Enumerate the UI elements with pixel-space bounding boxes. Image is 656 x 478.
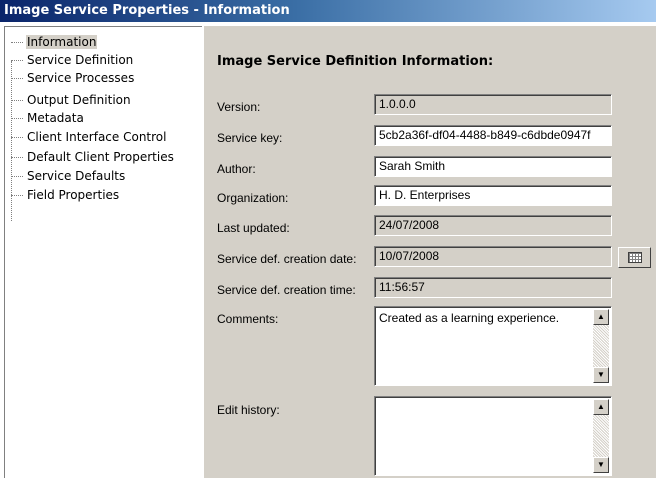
window-title: Image Service Properties - Information <box>4 3 290 18</box>
scroll-down-icon[interactable]: ▼ <box>593 457 609 473</box>
calendar-icon <box>628 252 642 263</box>
tree-item-service-definition[interactable]: Service Definition <box>11 51 134 69</box>
comments-text: Created as a learning experience. <box>379 311 560 325</box>
comments-textarea[interactable]: Created as a learning experience. ▲ ▼ <box>374 306 612 386</box>
tree-item-field-properties[interactable]: Field Properties <box>11 186 120 204</box>
scroll-up-icon[interactable]: ▲ <box>593 399 609 415</box>
tree-item-label: Metadata <box>27 111 84 125</box>
navigation-tree[interactable]: Information Service Definition Service P… <box>4 26 202 478</box>
edit-history-label: Edit history: <box>217 403 280 417</box>
author-label: Author: <box>217 162 256 176</box>
scroll-down-icon[interactable]: ▼ <box>593 367 609 383</box>
calendar-button[interactable] <box>618 247 651 268</box>
comments-label: Comments: <box>217 312 279 326</box>
version-label: Version: <box>217 100 261 114</box>
tree-item-label: Service Defaults <box>27 169 126 183</box>
tree-item-label: Output Definition <box>27 93 131 107</box>
organization-field[interactable]: H. D. Enterprises <box>374 185 612 206</box>
tree-item-metadata[interactable]: Metadata <box>11 109 85 127</box>
creation-date-field: 10/07/2008 <box>374 246 612 267</box>
comments-scrollbar[interactable]: ▲ ▼ <box>593 309 609 383</box>
edit-history-scrollbar[interactable]: ▲ ▼ <box>593 399 609 473</box>
creation-time-label: Service def. creation time: <box>217 283 356 297</box>
window-title-bar: Image Service Properties - Information <box>0 0 656 22</box>
tree-item-service-defaults[interactable]: Service Defaults <box>11 167 126 185</box>
author-field[interactable]: Sarah Smith <box>374 156 612 177</box>
creation-time-field: 11:56:57 <box>374 277 612 298</box>
service-key-label: Service key: <box>217 131 283 145</box>
organization-label: Organization: <box>217 191 289 205</box>
version-field: 1.0.0.0 <box>374 94 612 115</box>
panel-heading: Image Service Definition Information: <box>217 54 494 69</box>
tree-item-default-client-properties[interactable]: Default Client Properties <box>11 148 175 166</box>
tree-item-label: Service Definition <box>27 53 134 67</box>
tree-item-information[interactable]: Information <box>11 33 98 51</box>
edit-history-textarea[interactable]: ▲ ▼ <box>374 396 612 476</box>
information-panel: Image Service Definition Information: Ve… <box>204 26 656 478</box>
creation-date-label: Service def. creation date: <box>217 252 357 266</box>
tree-item-client-interface-control[interactable]: Client Interface Control <box>11 128 167 146</box>
tree-item-label: Service Processes <box>27 71 135 85</box>
tree-item-label: Client Interface Control <box>27 130 167 144</box>
tree-item-label: Information <box>26 35 98 49</box>
scroll-up-icon[interactable]: ▲ <box>593 309 609 325</box>
tree-item-service-processes[interactable]: Service Processes <box>11 69 135 87</box>
tree-item-label: Field Properties <box>27 188 120 202</box>
tree-item-output-definition[interactable]: Output Definition <box>11 91 132 109</box>
tree-item-label: Default Client Properties <box>27 150 174 164</box>
last-updated-label: Last updated: <box>217 221 290 235</box>
service-key-field[interactable]: 5cb2a36f-df04-4488-b849-c6dbde0947f <box>374 125 612 146</box>
last-updated-field: 24/07/2008 <box>374 215 612 236</box>
